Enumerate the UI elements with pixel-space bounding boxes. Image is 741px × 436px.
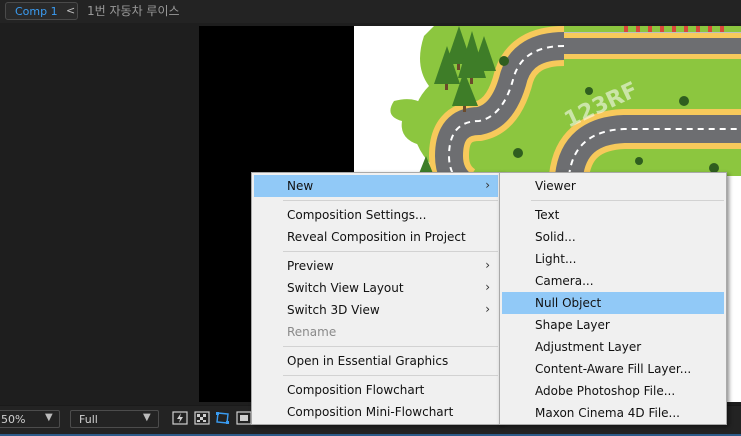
menu-item-label: Reveal Composition in Project [287, 230, 466, 244]
menu-item-label: Text [535, 208, 560, 222]
menu-item-label: Light... [535, 252, 577, 266]
menu-item-reveal-composition[interactable]: Reveal Composition in Project [254, 226, 498, 248]
menu-item-label: Preview [287, 259, 334, 273]
menu-item-composition-settings[interactable]: Composition Settings... [254, 204, 498, 226]
menu-item-label: Switch 3D View [287, 303, 380, 317]
viewer-context-menu: New › Composition Settings... Reveal Com… [251, 172, 501, 425]
chevron-right-icon: › [485, 280, 490, 294]
menu-item-rename: Rename [254, 321, 498, 343]
submenu-item-viewer[interactable]: Viewer [502, 175, 724, 197]
menu-item-label: Shape Layer [535, 318, 610, 332]
grass-edge [390, 99, 424, 146]
red-flags [624, 26, 724, 32]
submenu-item-maxon-cinema-4d-file[interactable]: Maxon Cinema 4D File... [502, 402, 724, 424]
submenu-item-light[interactable]: Light... [502, 248, 724, 270]
menu-item-switch-3d-view[interactable]: Switch 3D View › [254, 299, 498, 321]
menu-item-label: New [287, 179, 314, 193]
menu-item-label: Adjustment Layer [535, 340, 642, 354]
menu-item-label: Composition Mini-Flowchart [287, 405, 454, 419]
submenu-item-adjustment-layer[interactable]: Adjustment Layer [502, 336, 724, 358]
menu-item-label: Switch View Layout [287, 281, 404, 295]
submenu-item-null-object[interactable]: Null Object [502, 292, 724, 314]
chevron-down-icon: ▼ [143, 412, 151, 423]
region-of-interest-icon[interactable] [236, 410, 252, 426]
resolution-value: Full [79, 413, 98, 426]
fast-previews-icon[interactable] [172, 410, 188, 426]
menu-item-composition-flowchart[interactable]: Composition Flowchart [254, 379, 498, 401]
magnification-value: 50% [1, 413, 26, 426]
menu-item-composition-mini-flowchart[interactable]: Composition Mini-Flowchart [254, 401, 498, 423]
menu-item-label: Rename [287, 325, 337, 339]
chevron-left-icon[interactable]: < [66, 4, 75, 17]
submenu-item-text[interactable]: Text [502, 204, 724, 226]
submenu-item-content-aware-fill-layer[interactable]: Content-Aware Fill Layer... [502, 358, 724, 380]
menu-item-label: Composition Settings... [287, 208, 427, 222]
menu-item-label: Adobe Photoshop File... [535, 384, 676, 398]
magnification-dropdown[interactable]: 50% ▼ [0, 410, 60, 428]
menu-item-label: Viewer [535, 179, 576, 193]
new-submenu: Viewer Text Solid... Light... Camera... … [499, 172, 727, 425]
menu-separator [283, 251, 498, 252]
menu-item-label: Solid... [535, 230, 576, 244]
menu-item-preview[interactable]: Preview › [254, 255, 498, 277]
comp-tab[interactable]: Comp 1 < [5, 2, 78, 20]
submenu-item-solid[interactable]: Solid... [502, 226, 724, 248]
menu-separator [283, 375, 498, 376]
submenu-item-camera[interactable]: Camera... [502, 270, 724, 292]
chevron-right-icon: › [485, 302, 490, 316]
mask-path-visibility-icon[interactable] [215, 410, 231, 426]
menu-item-open-essential-graphics[interactable]: Open in Essential Graphics [254, 350, 498, 372]
transparency-grid-icon[interactable] [194, 410, 210, 426]
menu-item-label: Content-Aware Fill Layer... [535, 362, 692, 376]
menu-item-switch-view-layout[interactable]: Switch View Layout › [254, 277, 498, 299]
menu-item-new[interactable]: New › [254, 175, 498, 197]
breadcrumb[interactable]: 1번 자동차 루이스 [87, 2, 180, 19]
menu-item-label: Open in Essential Graphics [287, 354, 449, 368]
menu-separator [283, 346, 498, 347]
menu-item-label: Composition Flowchart [287, 383, 425, 397]
composition-tab-bar: Comp 1 < 1번 자동차 루이스 [0, 0, 741, 22]
submenu-item-shape-layer[interactable]: Shape Layer [502, 314, 724, 336]
chevron-right-icon: › [485, 258, 490, 272]
submenu-item-adobe-photoshop-file[interactable]: Adobe Photoshop File... [502, 380, 724, 402]
chevron-down-icon: ▼ [45, 412, 53, 423]
menu-separator [531, 200, 724, 201]
menu-item-label: Null Object [535, 296, 602, 310]
menu-separator [283, 200, 498, 201]
menu-item-label: Maxon Cinema 4D File... [535, 406, 680, 420]
resolution-dropdown[interactable]: Full ▼ [70, 410, 159, 428]
chevron-right-icon: › [485, 178, 490, 192]
menu-item-label: Camera... [535, 274, 594, 288]
comp-tab-label: Comp 1 [15, 5, 58, 18]
